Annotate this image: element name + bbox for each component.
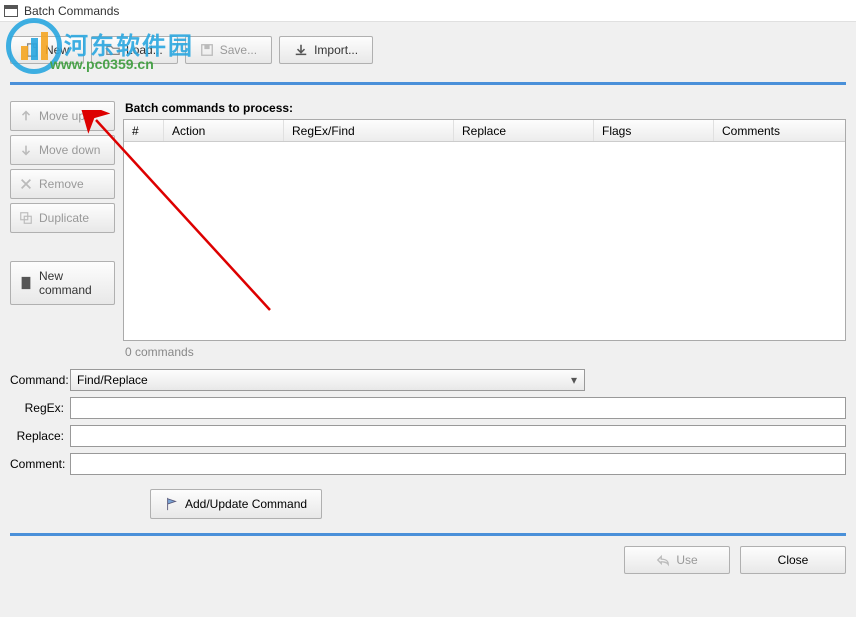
col-replace[interactable]: Replace [454, 120, 594, 141]
flag-icon [165, 497, 179, 511]
copy-icon [19, 211, 33, 225]
load-button[interactable]: Load... [91, 36, 178, 64]
arrow-up-icon [19, 109, 33, 123]
use-button[interactable]: Use [624, 546, 730, 574]
window-icon [4, 5, 18, 17]
folder-open-icon [106, 43, 120, 57]
title-bar: Batch Commands [0, 0, 856, 22]
arrow-down-icon [19, 143, 33, 157]
form-area: Command: Find/Replace RegEx: Replace: Co… [0, 359, 856, 475]
x-icon [19, 177, 33, 191]
col-comments[interactable]: Comments [714, 120, 845, 141]
col-num[interactable]: # [124, 120, 164, 141]
comment-input[interactable] [70, 453, 846, 475]
save-icon [200, 43, 214, 57]
duplicate-button[interactable]: Duplicate [10, 203, 115, 233]
add-update-button[interactable]: Add/Update Command [150, 489, 322, 519]
window-title: Batch Commands [24, 4, 119, 18]
dialog-buttons: Use Close [0, 536, 856, 574]
new-command-button[interactable]: New command [10, 261, 115, 305]
table-column: Batch commands to process: # Action RegE… [123, 101, 846, 359]
command-select[interactable]: Find/Replace [70, 369, 585, 391]
download-icon [294, 43, 308, 57]
table-heading: Batch commands to process: [123, 101, 846, 115]
col-regex[interactable]: RegEx/Find [284, 120, 454, 141]
import-button[interactable]: Import... [279, 36, 373, 64]
side-actions: Move up Move down Remove Duplicate New c… [10, 101, 115, 359]
regex-label: RegEx: [10, 401, 70, 415]
save-button[interactable]: Save... [185, 36, 272, 64]
new-button[interactable]: New [10, 36, 84, 64]
commands-count: 0 commands [123, 341, 846, 359]
move-down-button[interactable]: Move down [10, 135, 115, 165]
replace-input[interactable] [70, 425, 846, 447]
remove-button[interactable]: Remove [10, 169, 115, 199]
close-button[interactable]: Close [740, 546, 846, 574]
table-header: # Action RegEx/Find Replace Flags Commen… [124, 120, 845, 142]
commands-table[interactable]: # Action RegEx/Find Replace Flags Commen… [123, 119, 846, 341]
command-label: Command: [10, 373, 70, 387]
document-icon [19, 276, 33, 290]
replace-label: Replace: [10, 429, 70, 443]
reply-icon [656, 553, 670, 567]
comment-label: Comment: [10, 457, 70, 471]
col-flags[interactable]: Flags [594, 120, 714, 141]
toolbar: New Load... Save... Import... [0, 22, 856, 74]
regex-input[interactable] [70, 397, 846, 419]
document-icon [25, 43, 39, 57]
main-area: Move up Move down Remove Duplicate New c… [0, 85, 856, 359]
move-up-button[interactable]: Move up [10, 101, 115, 131]
col-action[interactable]: Action [164, 120, 284, 141]
